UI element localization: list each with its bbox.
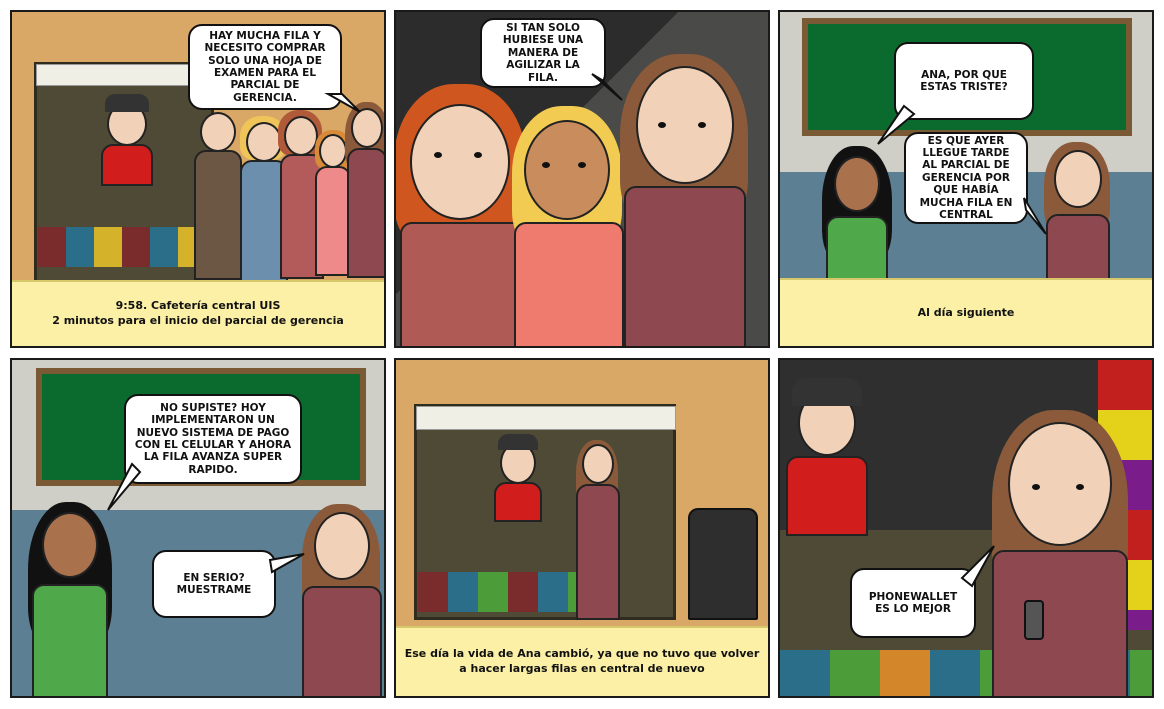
panel-3: Ana, por que estas triste? Es que ayer l… <box>778 10 1154 348</box>
caption: Ese día la vida de Ana cambió, ya que no… <box>396 626 768 696</box>
panel-2: Si tan solo hubiese una manera de agiliz… <box>394 10 770 348</box>
panel-5: Ese día la vida de Ana cambió, ya que no… <box>394 358 770 698</box>
panel-1: Hay mucha fila y necesito comprar solo u… <box>10 10 386 348</box>
panel-6: PhoneWallet es lo mejor <box>778 358 1154 698</box>
trash-can <box>688 508 758 620</box>
panel-4: No supiste? Hoy implementaron un nuevo s… <box>10 358 386 698</box>
counter-sign <box>416 406 676 430</box>
